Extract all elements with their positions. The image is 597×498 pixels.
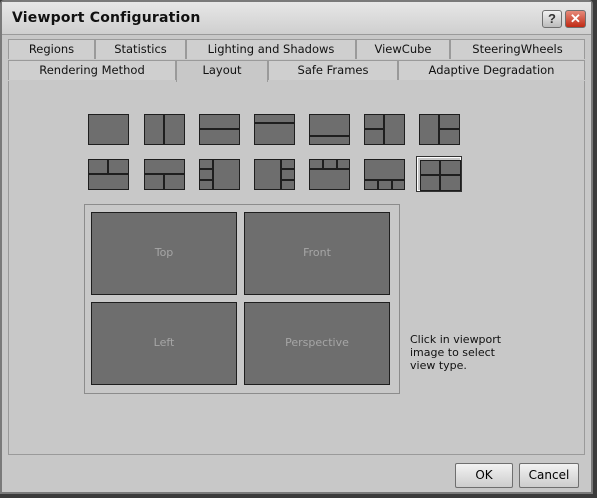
pane [378,180,392,190]
pane [440,160,461,175]
pane [309,114,350,136]
pane [254,159,281,190]
tab-viewcube[interactable]: ViewCube [356,39,450,59]
pane [364,180,378,190]
pane [281,169,295,180]
pane [281,159,295,169]
pane [144,114,164,145]
pane [420,160,440,175]
pane [199,169,213,180]
pane [337,159,350,169]
layout-two-left-one-right[interactable] [362,112,406,146]
close-icon: ✕ [570,11,581,26]
pane [199,159,213,169]
layout-three-top-one-bottom[interactable] [307,157,351,191]
layout-two-vertical[interactable] [142,112,186,146]
help-button[interactable]: ? [542,10,562,28]
pane [88,114,129,145]
pane [419,114,439,145]
pane [384,114,405,145]
pane [164,114,185,145]
tab-statistics[interactable]: Statistics [95,39,186,59]
close-button[interactable]: ✕ [565,10,586,28]
pane [364,114,384,129]
viewport-hint-text: Click in viewport image to select view t… [410,333,502,372]
layout-top-thin[interactable] [252,112,296,146]
pane [309,169,350,190]
pane [323,159,337,169]
pane [309,159,323,169]
pane [144,174,164,190]
layout-bottom-thin[interactable] [307,112,351,146]
layout-one-top-three-bottom[interactable] [362,157,406,191]
pane [108,159,129,174]
pane [254,114,295,123]
pane [254,123,295,145]
layout-one-left-two-right[interactable] [417,112,461,146]
pane [309,136,350,145]
pane [199,180,213,190]
tab-rendering-method[interactable]: Rendering Method [8,60,176,80]
pane [199,129,240,145]
viewport-perspective[interactable]: Perspective [244,302,390,385]
tab-safe-frames[interactable]: Safe Frames [268,60,398,80]
pane [88,174,129,190]
viewport-top[interactable]: Top [91,212,237,295]
tab-adaptive-degradation[interactable]: Adaptive Degradation [398,60,585,80]
pane [213,159,240,190]
layout-two-horizontal[interactable] [197,112,241,146]
layout-one-top-two-bottom[interactable] [142,157,186,191]
pane [199,114,240,129]
viewport-front[interactable]: Front [244,212,390,295]
pane [364,159,405,180]
layout-single[interactable] [86,112,130,146]
viewport-configuration-dialog: Viewport Configuration ? ✕ Regions Stati… [0,0,593,494]
tab-lighting-and-shadows[interactable]: Lighting and Shadows [186,39,356,59]
tab-regions[interactable]: Regions [8,39,95,59]
pane [164,174,185,190]
dialog-title: Viewport Configuration [12,10,201,26]
tab-steeringwheels[interactable]: SteeringWheels [450,39,585,59]
pane [281,180,295,190]
layout-four-grid[interactable] [416,156,462,192]
tab-row-2: Rendering Method Layout Safe Frames Adap… [8,60,585,82]
pane [440,175,461,191]
help-icon: ? [548,11,556,26]
ok-button[interactable]: OK [455,463,513,488]
tab-row-1: Regions Statistics Lighting and Shadows … [8,39,585,59]
pane [88,159,108,174]
pane [420,175,440,191]
layout-one-left-three-right[interactable] [252,157,296,191]
tab-layout[interactable]: Layout [176,60,268,82]
pane [392,180,405,190]
pane [439,114,460,129]
pane [144,159,185,174]
cancel-button[interactable]: Cancel [519,463,579,488]
pane [439,129,460,145]
pane [364,129,384,145]
viewport-left[interactable]: Left [91,302,237,385]
viewport-preview: Top Front Left Perspective [84,204,400,394]
title-bar: Viewport Configuration ? ✕ [2,2,591,35]
layout-three-left-one-right[interactable] [197,157,241,191]
layout-two-top-one-bottom[interactable] [86,157,130,191]
